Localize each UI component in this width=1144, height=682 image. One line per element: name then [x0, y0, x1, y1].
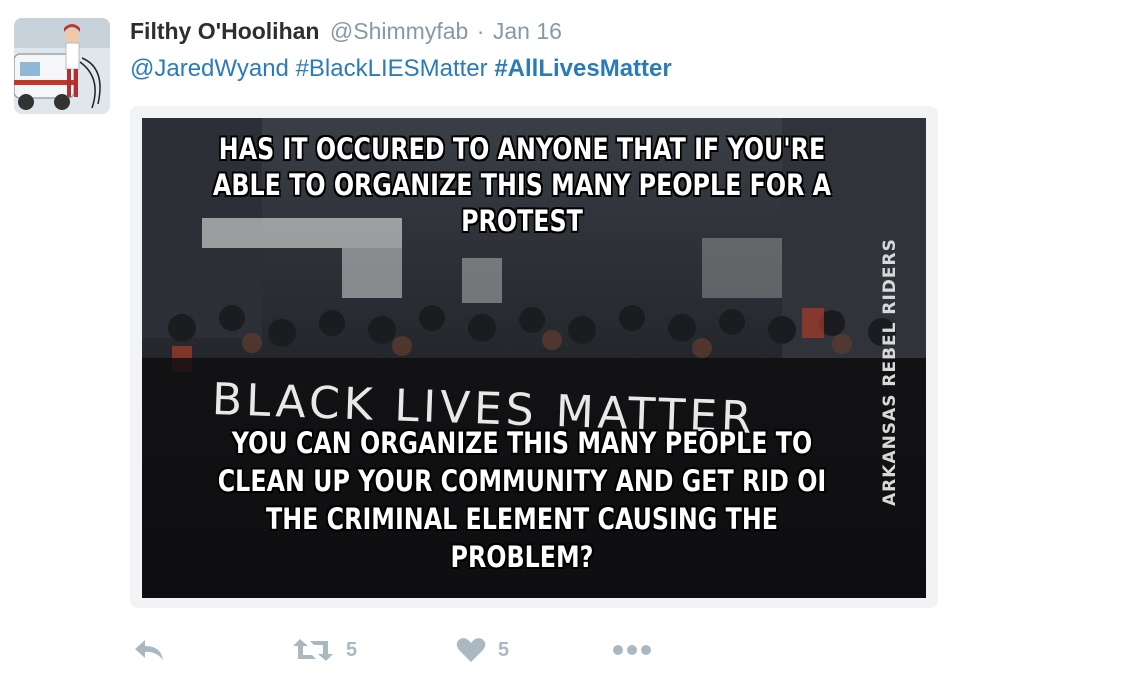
author-name[interactable]: Filthy O'Hoolihan: [130, 18, 319, 44]
reply-icon: [135, 640, 163, 660]
more-button[interactable]: [612, 628, 652, 672]
meme-bottom-line: THE CRIMINAL ELEMENT CAUSING THE: [266, 502, 778, 536]
meme-bottom-line: PROBLEM?: [450, 540, 594, 574]
watermark-text: ARKANSAS REBEL RIDERS: [880, 238, 900, 506]
tweet-actions: 5 5: [130, 628, 690, 672]
tweet-date[interactable]: Jan 16: [493, 18, 562, 44]
meme-top-line: HAS IT OCCURED TO ANYONE THAT IF YOU'RE: [218, 132, 826, 166]
meme-image: HAS IT OCCURED TO ANYONE THAT IF YOU'RE …: [142, 118, 926, 598]
retweet-count: 5: [346, 638, 358, 661]
meme-top-line: PROTEST: [461, 204, 583, 238]
mention-link[interactable]: @JaredWyand: [130, 55, 289, 82]
hashtag-link[interactable]: #BlackLIESMatter: [296, 55, 488, 82]
heart-icon: [456, 638, 486, 662]
author-handle[interactable]: @Shimmyfab: [330, 18, 468, 44]
meme-top-line: ABLE TO ORGANIZE THIS MANY PEOPLE FOR A: [212, 168, 832, 202]
tweet-text: @JaredWyand #BlackLIESMatter #AllLivesMa…: [130, 52, 672, 86]
reply-button[interactable]: [132, 628, 166, 672]
like-count: 5: [498, 638, 510, 661]
separator: ·: [476, 18, 485, 44]
tweet: Filthy O'Hoolihan @Shimmyfab · Jan 16 @J…: [0, 0, 1144, 682]
avatar[interactable]: [14, 18, 110, 114]
retweet-icon: [293, 639, 333, 661]
avatar-image: [14, 18, 110, 114]
more-icon: [613, 645, 651, 655]
tweet-header: Filthy O'Hoolihan @Shimmyfab · Jan 16: [130, 14, 562, 48]
like-button[interactable]: 5: [456, 628, 509, 672]
meme-bottom-line: CLEAN UP YOUR COMMUNITY AND GET RID OI: [217, 464, 827, 498]
retweet-button[interactable]: 5: [292, 628, 357, 672]
hashtag-link[interactable]: #AllLivesMatter: [494, 55, 671, 82]
tweet-media[interactable]: HAS IT OCCURED TO ANYONE THAT IF YOU'RE …: [130, 106, 938, 608]
meme-bottom-line: YOU CAN ORGANIZE THIS MANY PEOPLE TO: [231, 426, 813, 460]
